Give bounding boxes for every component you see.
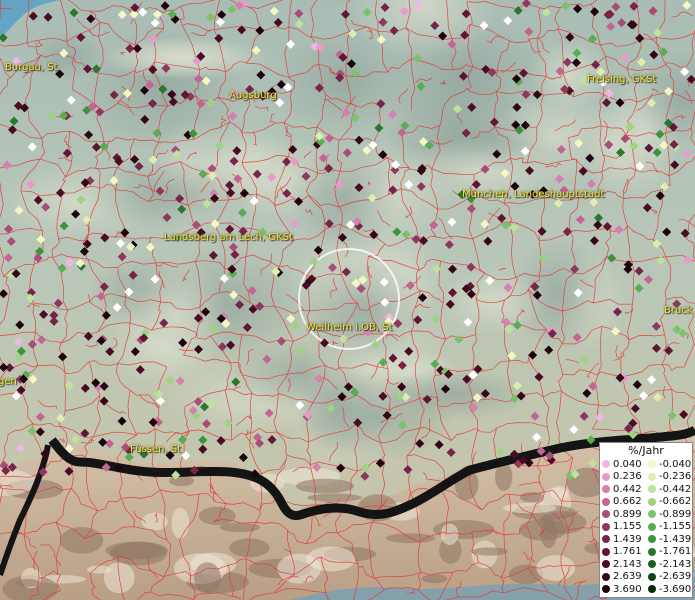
legend-swatch	[648, 497, 656, 506]
legend-swatch	[602, 485, 610, 494]
place-label-fuessen: Füssen, St	[130, 444, 182, 455]
legend-swatch	[648, 472, 656, 481]
legend-swatch	[648, 572, 656, 581]
legend-value: -2.639	[659, 571, 692, 583]
legend-positive-entry: 3.690	[600, 584, 646, 595]
legend-negative-entry: -0.899	[646, 509, 692, 520]
legend-negative-entry: -1.155	[646, 521, 692, 532]
legend-value: 1.761	[613, 546, 642, 558]
legend-row: 0.899 -0.899	[600, 508, 692, 521]
legend-row: 2.639 -2.639	[600, 571, 692, 584]
place-label-augsburg: Augsburg	[229, 90, 277, 101]
legend-swatch	[648, 547, 656, 556]
legend-value: 1.439	[613, 533, 642, 545]
legend-row: 3.690 -3.690	[600, 583, 692, 596]
legend-swatch	[602, 510, 610, 519]
legend-swatch	[648, 585, 656, 594]
legend-value: -1.439	[659, 533, 692, 545]
legend-negative-entry: -2.639	[646, 571, 692, 582]
legend-swatch	[648, 535, 656, 544]
legend-value: 2.639	[613, 571, 642, 583]
legend-positive-entry: 0.662	[600, 496, 646, 507]
legend-negative-entry: -2.143	[646, 559, 692, 570]
place-label-landsberg: Landsberg am Lech, GKSt	[164, 232, 293, 243]
legend-value: 0.662	[613, 496, 642, 508]
legend-positive-entry: 0.899	[600, 509, 646, 520]
place-label-weilheim: Weilheim i.OB, St	[306, 322, 393, 333]
legend-value: -0.236	[659, 471, 692, 483]
legend-positive-entry: 0.236	[600, 471, 646, 482]
legend-swatch	[602, 535, 610, 544]
legend-value: 0.899	[613, 508, 642, 520]
legend-value: -0.662	[659, 496, 692, 508]
legend-rows: 0.040 -0.040 0.236 -0.236 0.442 -0.442 0.662 -0…	[600, 458, 692, 596]
place-label-bruck: Bruck	[664, 305, 693, 316]
legend-negative-entry: -0.662	[646, 496, 692, 507]
trend-map[interactable]: Burgau, St Augsburg Freising, GKSt Münch…	[0, 0, 695, 600]
legend-row: 1.761 -1.761	[600, 546, 692, 559]
legend-value: -0.899	[659, 508, 692, 520]
legend-positive-entry: 1.155	[600, 521, 646, 532]
place-label-burgau: Burgau, St	[5, 62, 58, 73]
place-label-muenchen: München, Landeshauptstadt	[462, 189, 605, 200]
legend-negative-entry: -0.040	[646, 459, 692, 470]
legend-swatch	[602, 560, 610, 569]
legend-swatch	[602, 547, 610, 556]
place-label-freising: Freising, GKSt	[587, 74, 657, 85]
legend-row: 0.040 -0.040	[600, 458, 692, 471]
place-label-gen: gen	[0, 376, 17, 387]
legend-negative-entry: -0.442	[646, 484, 692, 495]
legend-value: 1.155	[613, 521, 642, 533]
legend-positive-entry: 1.761	[600, 546, 646, 557]
legend-swatch	[602, 585, 610, 594]
legend-value: -0.442	[659, 483, 692, 495]
legend-row: 0.442 -0.442	[600, 483, 692, 496]
legend-negative-entry: -3.690	[646, 584, 692, 595]
legend-positive-entry: 1.439	[600, 534, 646, 545]
legend-swatch	[602, 572, 610, 581]
legend-positive-entry: 0.040	[600, 459, 646, 470]
legend-negative-entry: -1.439	[646, 534, 692, 545]
legend-value: 0.442	[613, 483, 642, 495]
legend-row: 1.155 -1.155	[600, 521, 692, 534]
legend-swatch	[648, 485, 656, 494]
legend-row: 2.143 -2.143	[600, 558, 692, 571]
legend-row: 0.662 -0.662	[600, 496, 692, 509]
legend-swatch	[648, 522, 656, 531]
legend-swatch	[648, 510, 656, 519]
legend-value: -1.155	[659, 521, 692, 533]
legend-value: -1.761	[659, 546, 692, 558]
legend-positive-entry: 2.639	[600, 571, 646, 582]
legend-value: -0.040	[659, 458, 692, 470]
legend-row: 0.236 -0.236	[600, 471, 692, 484]
basemap	[0, 0, 695, 600]
legend-swatch	[602, 522, 610, 531]
legend-negative-entry: -0.236	[646, 471, 692, 482]
legend-negative-entry: -1.761	[646, 546, 692, 557]
legend-value: 0.040	[613, 458, 642, 470]
legend-swatch	[602, 497, 610, 506]
legend-swatch	[648, 560, 656, 569]
legend: %/Jahr 0.040 -0.040 0.236 -0.236 0.442 -0.442…	[599, 442, 693, 598]
legend-value: -3.690	[659, 583, 692, 595]
legend-value: 0.236	[613, 471, 642, 483]
legend-title: %/Jahr	[628, 444, 664, 457]
legend-positive-entry: 2.143	[600, 559, 646, 570]
legend-swatch	[602, 460, 610, 469]
legend-swatch	[648, 460, 656, 469]
legend-row: 1.439 -1.439	[600, 533, 692, 546]
legend-positive-entry: 0.442	[600, 484, 646, 495]
legend-swatch	[602, 472, 610, 481]
legend-value: 3.690	[613, 583, 642, 595]
legend-value: -2.143	[659, 558, 692, 570]
legend-value: 2.143	[613, 558, 642, 570]
